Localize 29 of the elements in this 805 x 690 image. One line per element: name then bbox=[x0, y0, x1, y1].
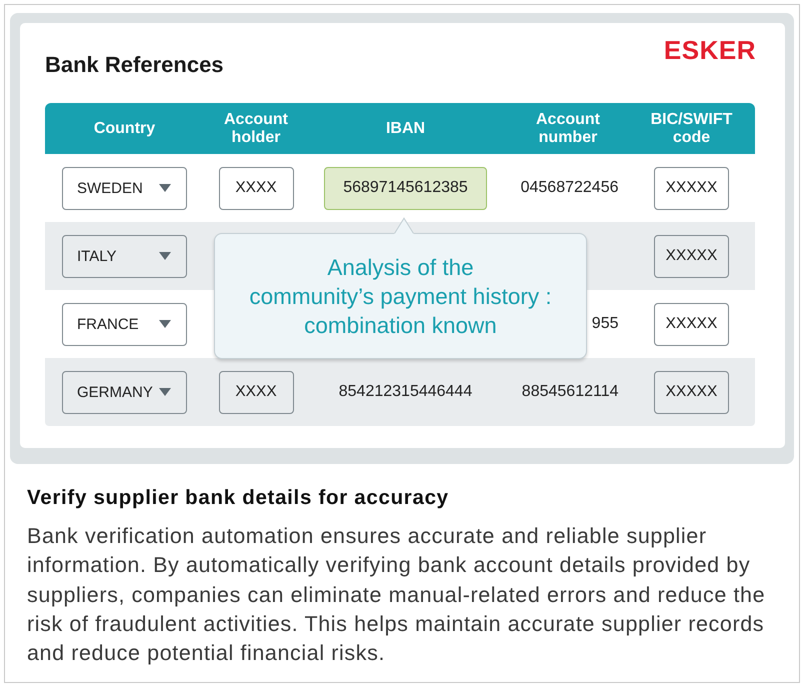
caret-icon bbox=[159, 388, 171, 396]
iban-field[interactable]: 56897145612385 bbox=[324, 166, 487, 210]
bic-swift-field[interactable]: XXXXX bbox=[654, 166, 729, 210]
caret-icon bbox=[159, 320, 171, 328]
column-header: BIC/SWIFT code bbox=[650, 110, 734, 146]
column-header: Account holder bbox=[223, 110, 289, 146]
description-text: Bank verification automation ensures accurate and reliable supplier information. By automatically verifying bank account details provided by suppliers, companies can eliminate manual-related errors and reduce the risk of fraudulent activities. This helps maintain accurate supplier records and reduce potential financial risks. bbox=[27, 523, 766, 668]
country-dropdown[interactable]: SWEDEN bbox=[62, 166, 187, 210]
card-title: Bank References bbox=[45, 52, 224, 78]
column-header: Account number bbox=[535, 110, 601, 146]
table-cell: 955 bbox=[592, 315, 618, 332]
account-holder-field[interactable]: XXXX bbox=[218, 166, 294, 210]
table-cell: 854212315446444 bbox=[338, 383, 472, 400]
country-dropdown[interactable]: ITALY bbox=[62, 234, 187, 278]
logo: ESKER bbox=[664, 37, 756, 63]
bic-swift-field[interactable]: XXXXX bbox=[654, 370, 729, 414]
bic-swift-field[interactable]: XXXXX bbox=[654, 234, 729, 278]
caret-icon bbox=[159, 252, 171, 260]
section-title: Verify supplier bank details for accuracy bbox=[27, 486, 450, 510]
country-dropdown[interactable]: FRANCE bbox=[62, 302, 187, 346]
table-cell: 88545612114 bbox=[522, 383, 618, 400]
country-dropdown[interactable]: GERMANY bbox=[62, 370, 187, 414]
column-header: IBAN bbox=[386, 120, 426, 138]
caret-icon bbox=[159, 184, 171, 192]
tooltip: Analysis of the community’s payment history : combination known bbox=[214, 233, 587, 359]
account-holder-field[interactable]: XXXX bbox=[218, 370, 294, 414]
table-cell: 04568722456 bbox=[520, 179, 618, 196]
column-header: Country bbox=[94, 120, 156, 138]
bic-swift-field[interactable]: XXXXX bbox=[654, 302, 729, 346]
